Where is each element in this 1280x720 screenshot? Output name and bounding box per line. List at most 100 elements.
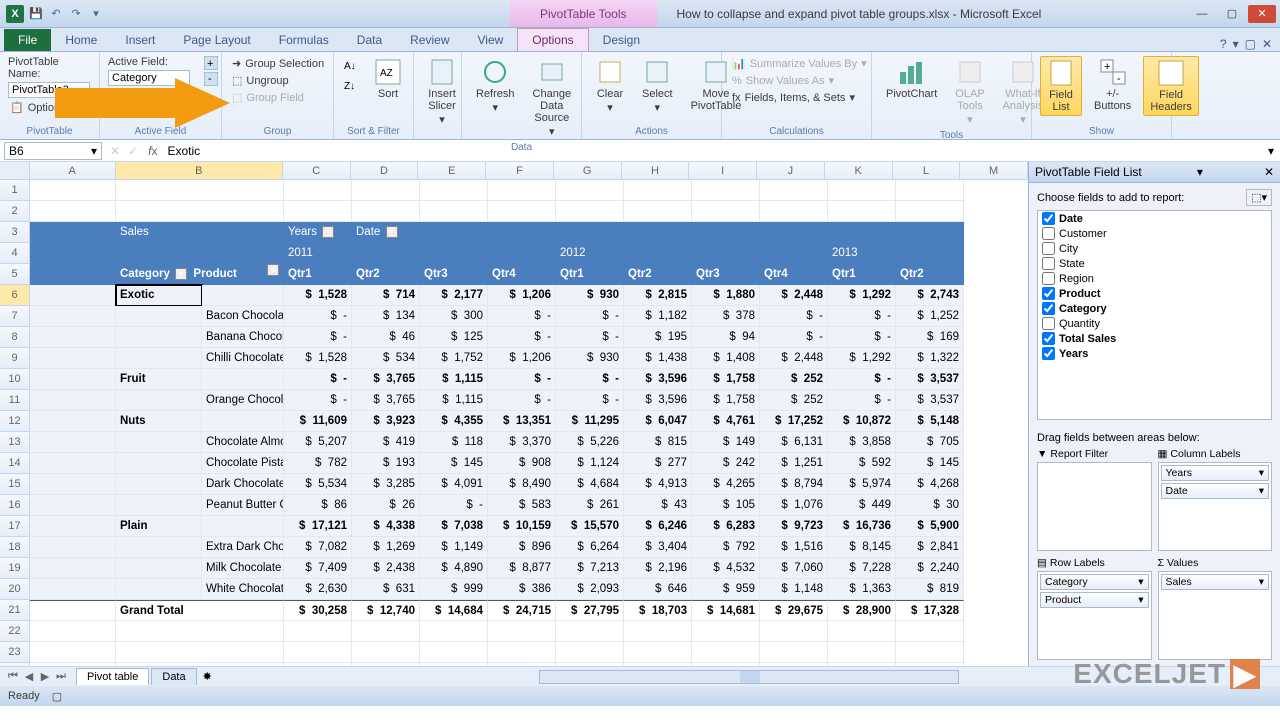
fieldlist-layout-icon[interactable]: ⬚▾ [1246, 189, 1272, 206]
minimize-ribbon-icon[interactable]: ▾ [1233, 37, 1239, 51]
minimize-button[interactable]: — [1188, 5, 1216, 23]
col-header-D[interactable]: D [351, 162, 419, 179]
qat-save-icon[interactable]: 💾 [28, 6, 44, 22]
field-region[interactable]: Region [1038, 271, 1271, 286]
sort-button[interactable]: AZSort [368, 56, 408, 102]
fieldlist-close-icon[interactable]: ✕ [1264, 165, 1274, 179]
restore-workbook-icon[interactable]: ▢ [1245, 37, 1256, 51]
category-filter-icon[interactable]: ▾ [175, 268, 187, 280]
group-field-button[interactable]: ⬚ Group Field [230, 90, 326, 105]
product-filter-icon[interactable]: ▾ [267, 264, 279, 276]
field-date[interactable]: Date [1038, 211, 1271, 226]
ungroup-button[interactable]: ⬚ Ungroup [230, 73, 326, 88]
col-header-I[interactable]: I [689, 162, 757, 179]
tab-page-layout[interactable]: Page Layout [169, 29, 264, 51]
sheet-tab-data[interactable]: Data [151, 668, 196, 685]
field-total-sales[interactable]: Total Sales [1038, 331, 1271, 346]
field-list-button[interactable]: Field List [1040, 56, 1082, 116]
close-button[interactable]: ✕ [1248, 5, 1276, 23]
fieldlist-dropdown-icon[interactable]: ▾ [1197, 165, 1203, 179]
field-product[interactable]: Product [1038, 286, 1271, 301]
chip-product[interactable]: Product▾ [1040, 592, 1149, 608]
tab-review[interactable]: Review [396, 29, 463, 51]
column-labels-area[interactable]: Years▾ Date▾ [1158, 462, 1273, 551]
row-labels-area[interactable]: Category▾ Product▾ [1037, 571, 1152, 660]
olap-tools-button[interactable]: OLAP Tools ▾ [949, 56, 990, 128]
qat-dropdown-icon[interactable]: ▾ [88, 6, 104, 22]
field-years[interactable]: Years [1038, 346, 1271, 361]
date-filter-icon[interactable]: ▾ [386, 226, 398, 238]
tab-options[interactable]: Options [517, 28, 588, 51]
chip-category[interactable]: Category▾ [1040, 574, 1149, 590]
qat-undo-icon[interactable]: ↶ [48, 6, 64, 22]
field-category[interactable]: Category [1038, 301, 1271, 316]
col-header-K[interactable]: K [825, 162, 893, 179]
chip-sales[interactable]: Sales▾ [1161, 574, 1270, 590]
pivotchart-button[interactable]: PivotChart [880, 56, 943, 102]
tab-formulas[interactable]: Formulas [265, 29, 343, 51]
plus-minus-buttons[interactable]: +-+/- Buttons [1088, 56, 1137, 114]
maximize-button[interactable]: ▢ [1218, 5, 1246, 23]
field-state[interactable]: State [1038, 256, 1271, 271]
pt-options-button[interactable]: 📋 Options ▾ [8, 100, 91, 115]
clear-button[interactable]: Clear ▾ [590, 56, 630, 116]
macro-record-icon[interactable]: ▢ [52, 690, 62, 703]
field-city[interactable]: City [1038, 241, 1271, 256]
report-filter-area[interactable] [1037, 462, 1152, 551]
field-customer[interactable]: Customer [1038, 226, 1271, 241]
values-area[interactable]: Sales▾ [1158, 571, 1273, 660]
sheet-nav-first-icon[interactable]: ⏮ [6, 670, 20, 683]
cancel-icon[interactable]: ✕ [106, 144, 124, 158]
expand-field-icon[interactable]: + [204, 56, 218, 70]
pt-name-input[interactable] [8, 82, 90, 98]
fields-items-sets-button[interactable]: fx Fields, Items, & Sets ▾ [730, 90, 869, 105]
sort-asc-button[interactable]: A↓ [342, 56, 362, 74]
active-field-input[interactable] [108, 70, 190, 86]
formula-bar[interactable]: Exotic [163, 144, 1262, 158]
col-header-E[interactable]: E [418, 162, 486, 179]
change-data-source-button[interactable]: Change Data Source ▾ [527, 56, 578, 140]
col-header-B[interactable]: B [116, 162, 283, 179]
collapse-field-icon[interactable]: - [204, 72, 218, 86]
sheet-nav-next-icon[interactable]: ▶ [38, 670, 52, 683]
tab-home[interactable]: Home [51, 29, 111, 51]
qat-redo-icon[interactable]: ↷ [68, 6, 84, 22]
name-box[interactable]: B6▾ [4, 142, 102, 160]
col-header-C[interactable]: C [283, 162, 351, 179]
insert-slicer-button[interactable]: Insert Slicer ▾ [422, 56, 462, 128]
tab-file[interactable]: File [4, 29, 51, 51]
close-workbook-icon[interactable]: ✕ [1262, 37, 1272, 51]
col-header-G[interactable]: G [554, 162, 622, 179]
col-header-A[interactable]: A [30, 162, 116, 179]
tab-data[interactable]: Data [343, 29, 396, 51]
chip-date[interactable]: Date▾ [1161, 483, 1270, 499]
select-button[interactable]: Select ▾ [636, 56, 679, 116]
new-sheet-icon[interactable]: ✸ [197, 670, 218, 683]
col-header-J[interactable]: J [757, 162, 825, 179]
expand-formula-icon[interactable]: ▾ [1262, 144, 1280, 158]
col-header-M[interactable]: M [960, 162, 1028, 179]
help-icon[interactable]: ? [1220, 37, 1227, 51]
tab-design[interactable]: Design [589, 29, 654, 51]
namebox-dropdown-icon[interactable]: ▾ [91, 144, 97, 158]
fx-icon[interactable]: fx [142, 144, 163, 158]
group-selection-button[interactable]: ➜ Group Selection [230, 56, 326, 71]
col-header-L[interactable]: L [893, 162, 961, 179]
years-filter-icon[interactable]: ▾ [322, 226, 334, 238]
sheet-tab-active[interactable]: Pivot table [76, 668, 149, 685]
tab-insert[interactable]: Insert [111, 29, 169, 51]
tab-view[interactable]: View [464, 29, 518, 51]
field-quantity[interactable]: Quantity [1038, 316, 1271, 331]
field-headers-button[interactable]: Field Headers [1143, 56, 1199, 116]
field-settings-button[interactable]: 📑 Field Settings [108, 88, 196, 103]
sort-desc-button[interactable]: Z↓ [342, 76, 362, 94]
sheet-nav-last-icon[interactable]: ⏭ [54, 670, 68, 683]
enter-icon[interactable]: ✓ [124, 144, 142, 158]
horizontal-scrollbar[interactable] [539, 670, 959, 684]
col-header-F[interactable]: F [486, 162, 554, 179]
chip-years[interactable]: Years▾ [1161, 465, 1270, 481]
refresh-button[interactable]: Refresh ▾ [470, 56, 521, 116]
sheet-nav-prev-icon[interactable]: ◀ [22, 670, 36, 683]
show-values-as-button[interactable]: % Show Values As ▾ [730, 73, 869, 88]
col-header-H[interactable]: H [622, 162, 690, 179]
